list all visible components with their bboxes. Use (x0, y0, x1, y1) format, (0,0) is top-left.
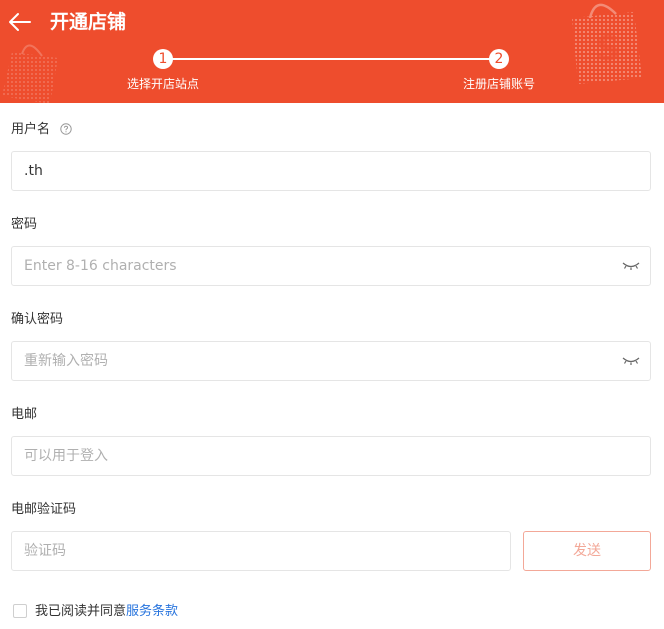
header-bar: S 开通店铺 1 2 选择开店站点 注册店铺账号 (0, 0, 664, 103)
email-input[interactable] (24, 437, 604, 475)
shopping-bag-decoration-icon: S (572, 3, 642, 84)
email-code-input[interactable] (24, 532, 494, 570)
username-label-row: 用户名 (11, 121, 72, 139)
agree-checkbox[interactable] (13, 604, 27, 618)
email-code-field[interactable] (11, 531, 511, 571)
step-progress-line (163, 58, 499, 60)
email-code-label: 电邮验证码 (11, 502, 77, 517)
password-input[interactable] (24, 247, 604, 285)
step-2-label: 注册店铺账号 (463, 77, 536, 91)
confirm-password-field[interactable] (11, 341, 651, 381)
step-1-label: 选择开店站点 (127, 77, 200, 91)
confirm-password-label: 确认密码 (11, 312, 64, 327)
question-circle-icon[interactable] (60, 123, 72, 135)
page-title: 开通店铺 (50, 11, 127, 33)
send-code-button[interactable]: 发送 (523, 531, 651, 571)
arrow-left-icon[interactable] (6, 8, 34, 36)
email-label: 电邮 (11, 407, 38, 422)
svg-text:S: S (596, 29, 621, 69)
username-input[interactable] (24, 152, 604, 190)
eye-closed-icon[interactable] (622, 260, 640, 272)
password-field[interactable] (11, 246, 651, 286)
shopping-bag-decoration-icon (2, 44, 58, 103)
username-label: 用户名 (11, 122, 51, 137)
terms-of-service-link[interactable]: 服务条款 (126, 604, 178, 619)
confirm-password-input[interactable] (24, 342, 604, 380)
password-label: 密码 (11, 217, 38, 232)
agreement-text: 我已阅读并同意服务条款 (35, 603, 178, 621)
step-2-circle: 2 (489, 49, 509, 69)
username-field[interactable] (11, 151, 651, 191)
email-field[interactable] (11, 436, 651, 476)
agreement-label: 我已阅读并同意 (35, 604, 127, 619)
step-1-circle: 1 (153, 49, 173, 69)
eye-closed-icon[interactable] (622, 355, 640, 367)
